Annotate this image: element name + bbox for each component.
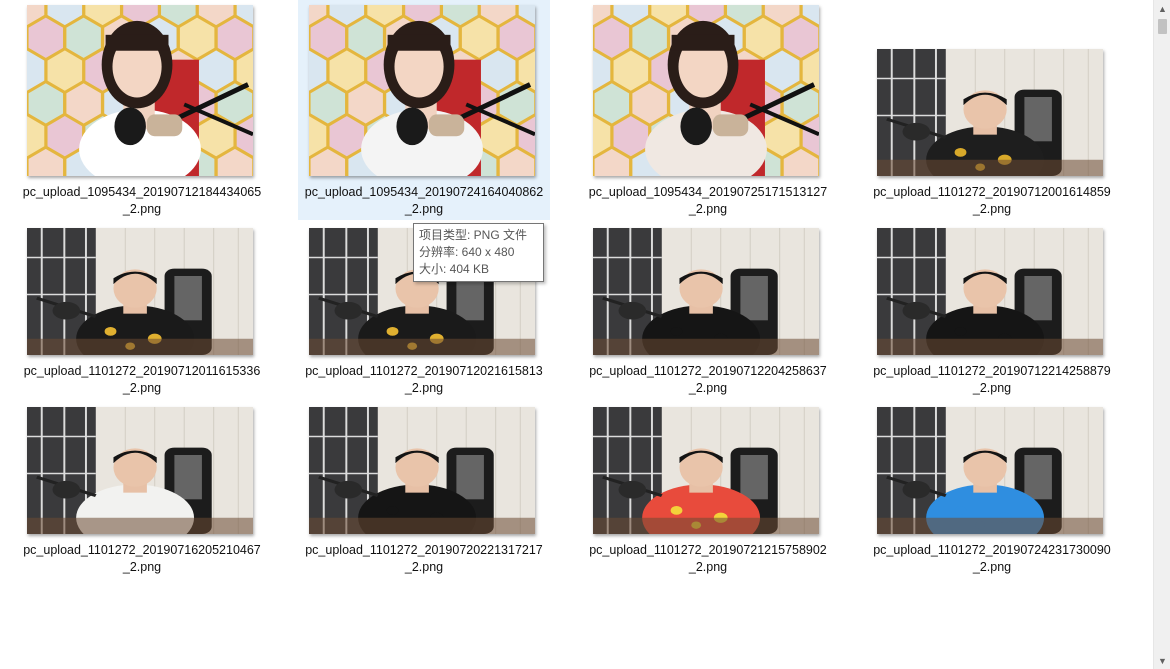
file-name-line: pc_upload_1101272_20190724231730090 xyxy=(873,543,1111,557)
file-name-line: pc_upload_1101272_20190716205210467 xyxy=(23,543,261,557)
chevron-down-icon[interactable]: ▼ xyxy=(1154,652,1170,669)
chevron-up-icon[interactable]: ▲ xyxy=(1154,0,1170,17)
file-name[interactable]: pc_upload_1101272_20190716205210467 _2.pn… xyxy=(16,542,268,576)
tooltip-resolution: 分辨率: 640 x 480 xyxy=(419,245,515,259)
file-thumbnail[interactable] xyxy=(309,5,535,176)
file-thumbnail[interactable] xyxy=(877,407,1103,534)
file-name[interactable]: pc_upload_1101272_20190724231730090 _2.pn… xyxy=(866,542,1118,576)
file-name-line: pc_upload_1101272_20190720221317217 xyxy=(305,543,543,557)
vertical-scrollbar[interactable]: ▲ ▼ xyxy=(1153,0,1170,669)
file-name-line: _2.png xyxy=(404,560,444,574)
tooltip-type: 项目类型: PNG 文件 xyxy=(419,228,528,242)
file-thumbnail[interactable] xyxy=(27,5,253,176)
file-explorer-view: pc_upload_1095434_20190712184434065 _2.pn… xyxy=(0,0,1170,669)
file-info-tooltip: 项目类型: PNG 文件 分辨率: 640 x 480 大小: 404 KB xyxy=(413,223,544,282)
file-name[interactable]: pc_upload_1101272_20190720221317217 _2.pn… xyxy=(298,542,550,576)
file-name-line: _2.png xyxy=(972,560,1012,574)
tooltip-size: 大小: 404 KB xyxy=(419,262,490,276)
file-thumbnail[interactable] xyxy=(593,407,819,534)
file-thumbnail[interactable] xyxy=(27,228,253,355)
file-thumbnail[interactable] xyxy=(877,49,1103,176)
file-name[interactable]: pc_upload_1101272_20190721215758902 _2.pn… xyxy=(582,542,834,576)
thumbnail-grid: pc_upload_1095434_20190712184434065 _2.pn… xyxy=(0,0,1152,669)
file-thumbnail[interactable] xyxy=(593,5,819,176)
file-name-line: _2.png xyxy=(122,560,162,574)
file-thumbnail[interactable] xyxy=(593,228,819,355)
scrollbar-thumb[interactable] xyxy=(1158,19,1167,34)
file-thumbnail[interactable] xyxy=(309,407,535,534)
file-name-line: pc_upload_1101272_20190721215758902 xyxy=(589,543,827,557)
file-item[interactable]: pc_upload_1101272_20190721215758902 _2.pn… xyxy=(582,358,834,578)
file-name-line: _2.png xyxy=(688,560,728,574)
file-item[interactable]: pc_upload_1101272_20190724231730090 _2.pn… xyxy=(866,358,1118,578)
file-item[interactable]: pc_upload_1101272_20190716205210467 _2.pn… xyxy=(16,358,268,578)
file-thumbnail[interactable] xyxy=(877,228,1103,355)
file-thumbnail[interactable] xyxy=(27,407,253,534)
file-item[interactable]: pc_upload_1101272_20190720221317217 _2.pn… xyxy=(298,358,550,578)
